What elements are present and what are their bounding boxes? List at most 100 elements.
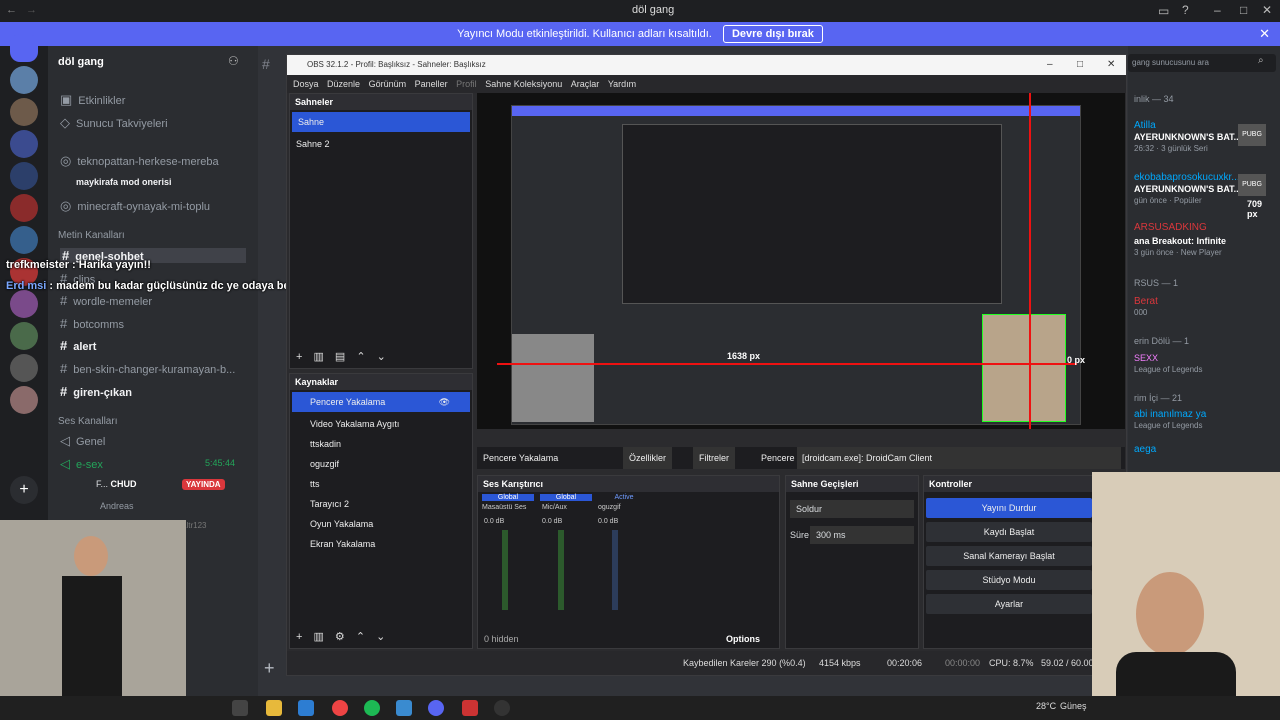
- minimize-icon[interactable]: –: [1214, 3, 1221, 17]
- voice-user[interactable]: Andreas: [100, 501, 134, 511]
- member-name[interactable]: SEXX: [1134, 353, 1158, 363]
- studio-mode-button[interactable]: Stüdyo Modu: [926, 570, 1092, 590]
- source-item[interactable]: tts: [290, 474, 472, 494]
- duration-input[interactable]: 300 ms: [810, 526, 914, 544]
- add-server-icon[interactable]: +: [10, 476, 38, 504]
- server-icon[interactable]: [10, 386, 38, 414]
- transition-select[interactable]: Soldur: [790, 500, 914, 518]
- back-icon[interactable]: ←: [6, 4, 17, 16]
- source-item[interactable]: Video Yakalama Aygıtı: [290, 414, 472, 434]
- minimize-icon[interactable]: –: [1047, 55, 1053, 75]
- voice-category[interactable]: Ses Kanalları: [58, 416, 117, 427]
- server-icon[interactable]: [10, 290, 38, 318]
- server-icon[interactable]: [10, 98, 38, 126]
- channel-boosts[interactable]: ◇ Sunucu Takviyeleri: [60, 115, 168, 131]
- banner-close-icon[interactable]: ✕: [1259, 22, 1270, 46]
- menu-araclar[interactable]: Araçlar: [571, 79, 600, 89]
- text-category[interactable]: Metin Kanalları: [58, 230, 125, 241]
- properties-button[interactable]: Özellikler: [623, 447, 673, 469]
- obs-icon[interactable]: [494, 700, 510, 716]
- maximize-icon[interactable]: □: [1240, 3, 1247, 17]
- member-name[interactable]: ARSUSADKING: [1134, 222, 1207, 233]
- channel-botcomms[interactable]: # botcomms: [60, 316, 124, 331]
- app-icon[interactable]: [298, 700, 314, 716]
- menu-profil[interactable]: Profil: [456, 79, 477, 89]
- discord-home-icon[interactable]: [10, 34, 38, 62]
- server-icon[interactable]: [10, 162, 38, 190]
- menu-duzenle[interactable]: Düzenle: [327, 79, 360, 89]
- member-name[interactable]: Atilla: [1134, 120, 1156, 131]
- channel-item[interactable]: ◎ minecraft-oynayak-mi-toplu: [60, 198, 210, 214]
- voice-genel[interactable]: ◁ Genel: [60, 433, 105, 449]
- start-recording-button[interactable]: Kaydı Başlat: [926, 522, 1092, 542]
- discord-icon[interactable]: [428, 700, 444, 716]
- menu-sahne-koleksiyonu[interactable]: Sahne Koleksiyonu: [485, 79, 562, 89]
- file-explorer-icon[interactable]: [266, 700, 282, 716]
- search-input[interactable]: gang sunucusunu ara: [1128, 54, 1276, 72]
- forward-icon[interactable]: →: [26, 4, 37, 16]
- help-icon[interactable]: ?: [1182, 3, 1189, 17]
- channel-events[interactable]: ▣ Etkinlikler: [60, 92, 125, 108]
- menu-gorunum[interactable]: Görünüm: [369, 79, 407, 89]
- maximize-icon[interactable]: □: [1077, 55, 1083, 75]
- filters-button[interactable]: Filtreler: [693, 447, 736, 469]
- channel-name[interactable]: Mic/Aux: [542, 504, 567, 511]
- channel-alert[interactable]: # alert: [60, 338, 96, 353]
- mixer-options-button[interactable]: Options: [726, 634, 760, 644]
- channel-wordle[interactable]: # wordle-memeler: [60, 293, 152, 308]
- server-icon[interactable]: [10, 130, 38, 158]
- menu-dosya[interactable]: Dosya: [293, 79, 319, 89]
- member-name[interactable]: abi inanılmaz ya: [1134, 409, 1206, 420]
- hidden-count[interactable]: 0 hidden: [484, 634, 519, 644]
- channel-name[interactable]: oguzgif: [598, 504, 621, 511]
- disable-streamer-mode-button[interactable]: Devre dışı bırak: [722, 25, 823, 43]
- close-icon[interactable]: ✕: [1107, 55, 1115, 75]
- voice-e-sex[interactable]: ◁ e-sex: [60, 456, 103, 472]
- server-icon[interactable]: [10, 322, 38, 350]
- channel-item[interactable]: ◎ teknopattan-herkese-mereba: [60, 153, 219, 169]
- scene-toolbar[interactable]: + ▥ ▤ ⌃ ⌄: [296, 350, 386, 363]
- server-icon[interactable]: [10, 226, 38, 254]
- source-item[interactable]: ttskadin: [290, 434, 472, 454]
- server-icon[interactable]: [10, 354, 38, 382]
- scene-item[interactable]: Sahne: [292, 112, 470, 132]
- spotify-icon[interactable]: [364, 700, 380, 716]
- weather-desc[interactable]: Güneş: [1060, 701, 1087, 711]
- server-icon[interactable]: [10, 66, 38, 94]
- webcam-overlay: [1092, 472, 1280, 720]
- stop-stream-button[interactable]: Yayını Durdur: [926, 498, 1092, 518]
- channel-name[interactable]: Masaüstü Ses: [482, 504, 526, 511]
- source-toolbar[interactable]: + ▥ ⚙ ⌃ ⌄: [296, 630, 385, 643]
- add-member-icon[interactable]: ⚇: [228, 54, 239, 68]
- member-name[interactable]: Berat: [1134, 296, 1158, 307]
- server-icon[interactable]: [10, 194, 38, 222]
- app-icon[interactable]: [462, 700, 478, 716]
- source-item[interactable]: oguzgif: [290, 454, 472, 474]
- source-item[interactable]: Oyun Yakalama: [290, 514, 472, 534]
- member-name[interactable]: aega: [1134, 444, 1156, 455]
- close-icon[interactable]: ✕: [1262, 3, 1272, 17]
- settings-button[interactable]: Ayarlar: [926, 594, 1092, 614]
- source-item[interactable]: Tarayıcı 2: [290, 494, 472, 514]
- sources-title: Kaynaklar: [290, 374, 472, 390]
- channel-giren-cikan[interactable]: # giren-çıkan: [60, 384, 132, 399]
- server-name[interactable]: döl gang: [58, 56, 104, 68]
- voice-user[interactable]: F... CHUD: [96, 479, 137, 489]
- obs-preview[interactable]: 1638 px 0 px 709 px: [477, 93, 1262, 429]
- thread-item[interactable]: maykirafa mod onerisi: [76, 177, 172, 187]
- app-icon[interactable]: [396, 700, 412, 716]
- member-name[interactable]: ekobabaprosokucuxkr...: [1134, 172, 1240, 183]
- task-view-icon[interactable]: [232, 700, 248, 716]
- inbox-icon[interactable]: ▭: [1158, 4, 1169, 18]
- add-attachment-icon[interactable]: +: [264, 658, 275, 679]
- weather-temp[interactable]: 28°C: [1036, 701, 1056, 711]
- source-item[interactable]: Ekran Yakalama: [290, 534, 472, 554]
- channel-ben-skin[interactable]: # ben-skin-changer-kuramayan-b...: [60, 361, 235, 376]
- scene-item[interactable]: Sahne 2: [290, 134, 472, 154]
- start-virtual-camera-button[interactable]: Sanal Kamerayı Başlat: [926, 546, 1092, 566]
- chrome-icon[interactable]: [332, 700, 348, 716]
- menu-yardim[interactable]: Yardım: [608, 79, 636, 89]
- menu-paneller[interactable]: Paneller: [415, 79, 448, 89]
- window-select[interactable]: [droidcam.exe]: DroidCam Client: [797, 447, 1121, 469]
- source-item[interactable]: Pencere Yakalama 👁: [292, 392, 470, 412]
